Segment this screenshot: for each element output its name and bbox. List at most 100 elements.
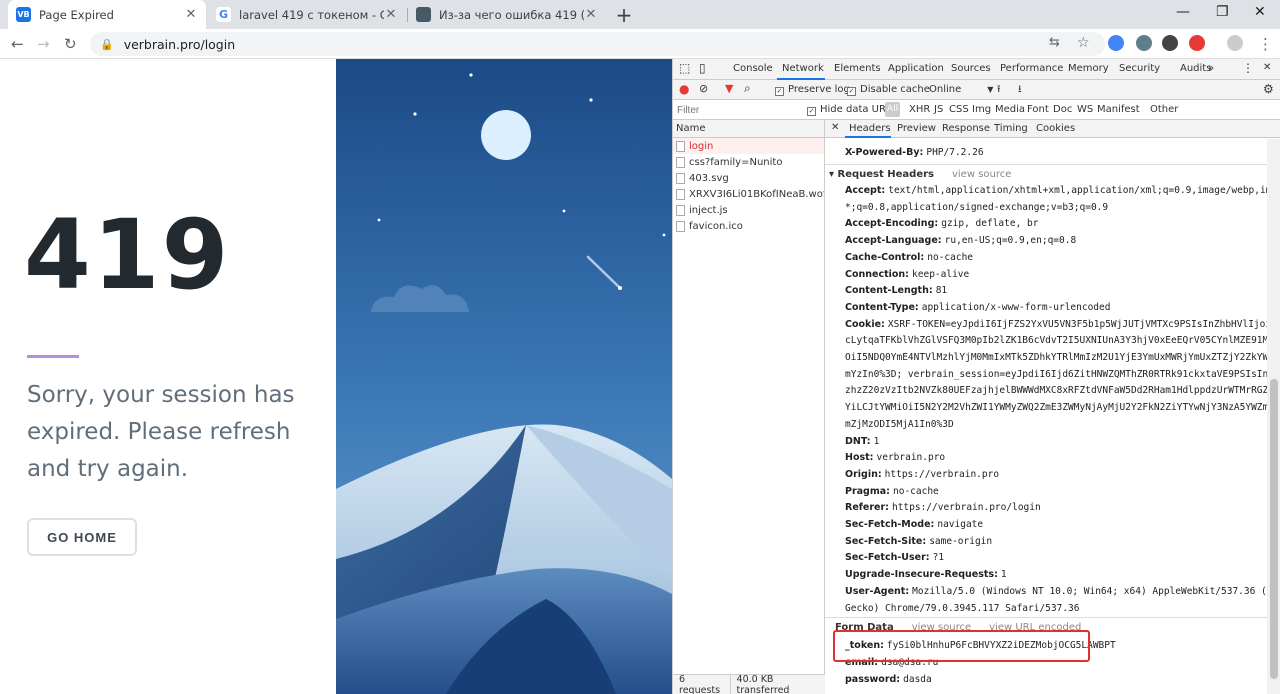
menu-kebab-icon[interactable]: ⋮ (1258, 35, 1273, 53)
avatar-icon[interactable] (1227, 35, 1243, 51)
form-field-password: password: dasda (845, 672, 932, 689)
hide-data-urls-checkbox[interactable]: ✓ Hide data URLs (807, 104, 897, 116)
request-header-row: User-Agent: Mozilla/5.0 (Windows NT 10.0… (845, 584, 1267, 601)
tab-preview[interactable]: Preview (897, 123, 936, 134)
header-name: Sec-Fetch-User: (845, 552, 930, 564)
tab-headers[interactable]: Headers (849, 123, 891, 134)
more-tabs-icon[interactable]: » (1208, 63, 1214, 74)
header-name: User-Agent: (845, 585, 910, 597)
request-header-row: Upgrade-Insecure-Requests: 1 (845, 567, 1007, 584)
minimize-icon[interactable]: — (1176, 4, 1190, 20)
extension-translate-icon[interactable] (1108, 35, 1124, 51)
close-devtools-icon[interactable]: ✕ (1263, 62, 1271, 73)
header-name: Cookie: (845, 318, 885, 330)
tab-response[interactable]: Response (942, 123, 990, 134)
throttling-select[interactable]: Online ▼ (929, 84, 993, 95)
network-toolbar: ● ⊘ ▼ ⌕ ✓ Preserve log ✓ Disable cache Onl… (673, 80, 1280, 100)
filter-funnel-icon[interactable]: ▼ (725, 82, 733, 95)
view-source-link[interactable]: view source (952, 169, 1011, 180)
opera-extension-icon[interactable] (1189, 35, 1205, 51)
tab-cookies[interactable]: Cookies (1036, 123, 1075, 134)
gear-extension-icon[interactable] (1162, 35, 1178, 51)
request-name: favicon.ico (689, 220, 743, 232)
network-settings-gear-icon[interactable]: ⚙ (1263, 82, 1274, 96)
request-name: css?family=Nunito (689, 156, 783, 168)
filter-type-ws[interactable]: WS (1077, 104, 1093, 115)
filter-type-js[interactable]: JS (934, 104, 943, 115)
tab-question[interactable]: Из-за чего ошибка 419 (unknow ✕ (408, 0, 606, 29)
filter-type-media[interactable]: Media (995, 104, 1025, 115)
record-icon[interactable]: ● (679, 82, 689, 96)
details-scrollbar[interactable] (1267, 139, 1280, 694)
bookmark-star-icon[interactable]: ☆ (1077, 35, 1090, 51)
forward-icon[interactable]: → (37, 35, 50, 53)
disable-cache-checkbox[interactable]: ✓ Disable cache (847, 84, 930, 96)
request-row[interactable]: css?family=Nunito (673, 154, 824, 170)
close-tab-icon[interactable]: ✕ (184, 7, 198, 22)
close-tab-icon[interactable]: ✕ (384, 7, 398, 22)
site-favicon-icon (416, 7, 431, 22)
import-har-icon[interactable]: ⭱ (997, 82, 1001, 99)
close-tab-icon[interactable]: ✕ (584, 7, 598, 22)
go-home-button[interactable]: GO HOME (27, 518, 137, 556)
filter-type-doc[interactable]: Doc (1053, 104, 1072, 115)
filter-type-manifest[interactable]: Manifest (1097, 104, 1140, 115)
filter-type-img[interactable]: Img (972, 104, 991, 115)
header-value: https://verbrain.pro/login (891, 502, 1041, 514)
header-name: Host: (845, 452, 874, 464)
tab-network[interactable]: Network (782, 63, 824, 74)
tab-page-expired[interactable]: VB Page Expired ✕ (8, 0, 206, 29)
inspect-element-icon[interactable]: ⬚ (679, 61, 690, 75)
search-icon[interactable]: ⌕ (744, 81, 751, 96)
header-value: text/html,application/xhtml+xml,applicat… (888, 185, 1267, 196)
tab-performance[interactable]: Performance (1000, 63, 1063, 74)
tab-google-search[interactable]: G laravel 419 с токеном - Google S ✕ (208, 0, 406, 29)
request-header-row: Pragma: no-cache (845, 484, 939, 501)
tab-title: laravel 419 с токеном - Google S (239, 7, 384, 22)
filter-type-xhr[interactable]: XHR (909, 104, 930, 115)
scrollbar-thumb[interactable] (1270, 379, 1278, 679)
filter-input[interactable] (677, 103, 803, 117)
tab-timing[interactable]: Timing (994, 123, 1028, 134)
devtools-menu-icon[interactable]: ⋮ (1242, 61, 1254, 75)
device-toggle-icon[interactable]: ▯ (699, 61, 706, 75)
filter-type-other[interactable]: Other (1150, 104, 1178, 115)
translate-icon[interactable]: ⇆ (1049, 35, 1060, 50)
request-row[interactable]: inject.js (673, 202, 824, 218)
filter-type-css[interactable]: CSS (949, 104, 969, 115)
maximize-icon[interactable]: ❐ (1216, 4, 1229, 20)
header-value: no-cache (927, 251, 974, 263)
error-panel: 419 Sorry, your session has expired. Ple… (0, 59, 336, 694)
tab-sources[interactable]: Sources (951, 63, 991, 74)
header-value: navigate (937, 519, 984, 530)
request-row[interactable]: XRXV3I6Li01BKofINeaB.woff2 (673, 186, 824, 202)
header-value: gzip, deflate, br (941, 218, 1039, 230)
export-har-icon[interactable]: ⭳ (1018, 82, 1022, 99)
request-row[interactable]: login (673, 138, 824, 154)
close-window-icon[interactable]: ✕ (1254, 4, 1266, 20)
new-tab-button[interactable]: + (614, 3, 634, 27)
back-icon[interactable]: ← (11, 35, 24, 53)
tab-elements[interactable]: Elements (834, 63, 881, 74)
checkbox-checked-icon: ✓ (847, 87, 856, 96)
request-row[interactable]: 403.svg (673, 170, 824, 186)
omnibox[interactable]: 🔒 verbrain.pro/login (90, 32, 1105, 56)
filter-type-font[interactable]: Font (1027, 104, 1049, 115)
tab-memory[interactable]: Memory (1068, 63, 1109, 74)
reload-icon[interactable]: ↻ (64, 35, 77, 53)
close-details-icon[interactable]: ✕ (831, 122, 839, 133)
tab-console[interactable]: Console (733, 63, 773, 74)
request-row[interactable]: favicon.ico (673, 218, 824, 234)
clear-icon[interactable]: ⊘ (699, 82, 708, 95)
disable-cache-label: Disable cache (860, 84, 930, 95)
file-icon (676, 188, 685, 200)
tab-audits[interactable]: Audits (1180, 63, 1211, 74)
preserve-log-checkbox[interactable]: ✓ Preserve log (775, 84, 850, 96)
request-headers-section[interactable]: ▾ Request Headers view source (829, 169, 1011, 180)
name-column-header[interactable]: Name (673, 120, 824, 138)
extension-icon[interactable] (1136, 35, 1152, 51)
tab-application[interactable]: Application (888, 63, 944, 74)
header-value: https://verbrain.pro (884, 468, 1000, 480)
filter-type-all[interactable]: All (885, 102, 900, 117)
tab-security[interactable]: Security (1119, 63, 1160, 74)
